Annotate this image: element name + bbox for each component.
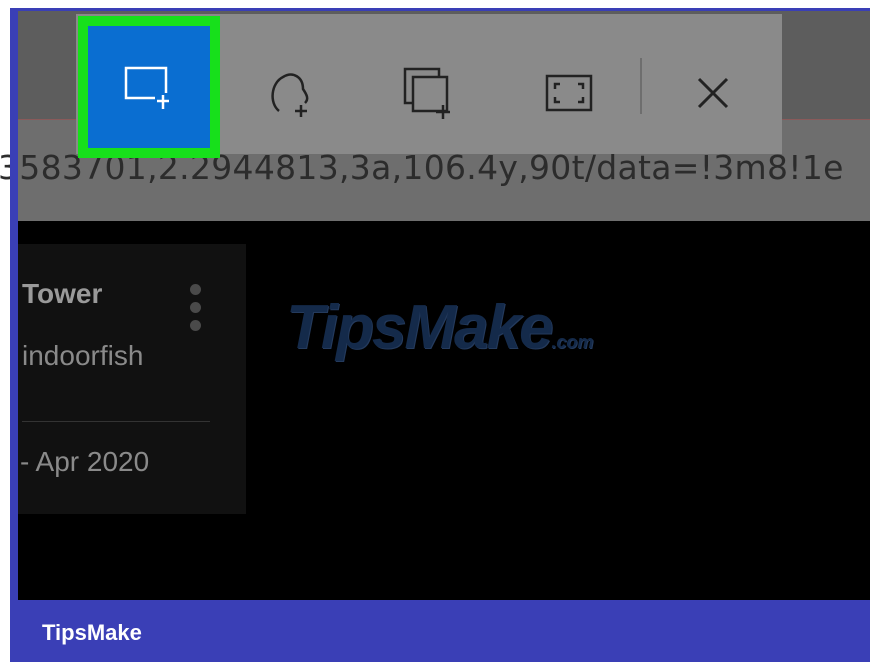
rectangular-snip-icon bbox=[124, 66, 171, 109]
window-snip-icon bbox=[403, 67, 450, 119]
top-border bbox=[18, 8, 870, 11]
rectangular-snip-button[interactable] bbox=[78, 16, 220, 158]
card-date: - Apr 2020 bbox=[20, 446, 150, 477]
screenshot-frame: 3583701,2.2944813,3a,106.4y,90t/data=!3m… bbox=[0, 0, 870, 662]
watermark-suffix: .com bbox=[551, 332, 594, 352]
close-icon bbox=[697, 77, 729, 109]
fullscreen-snip-button[interactable] bbox=[504, 28, 634, 158]
watermark-logo: TipsMake.com bbox=[286, 292, 593, 363]
fullscreen-snip-icon bbox=[545, 74, 593, 112]
freeform-snip-button[interactable] bbox=[226, 28, 356, 158]
card-title: Tower bbox=[22, 278, 103, 309]
card-author[interactable]: indoorfish bbox=[22, 340, 143, 372]
snip-toolbar bbox=[76, 14, 782, 158]
close-button[interactable] bbox=[648, 28, 778, 158]
footer-brand: TipsMake bbox=[42, 620, 142, 645]
freeform-snip-icon bbox=[271, 73, 309, 117]
left-border bbox=[10, 8, 18, 600]
window-snip-button[interactable] bbox=[364, 28, 494, 158]
watermark-main: TipsMake bbox=[286, 293, 553, 362]
toolbar-separator bbox=[640, 58, 642, 114]
more-options-icon[interactable] bbox=[188, 284, 204, 332]
card-divider bbox=[22, 421, 210, 422]
